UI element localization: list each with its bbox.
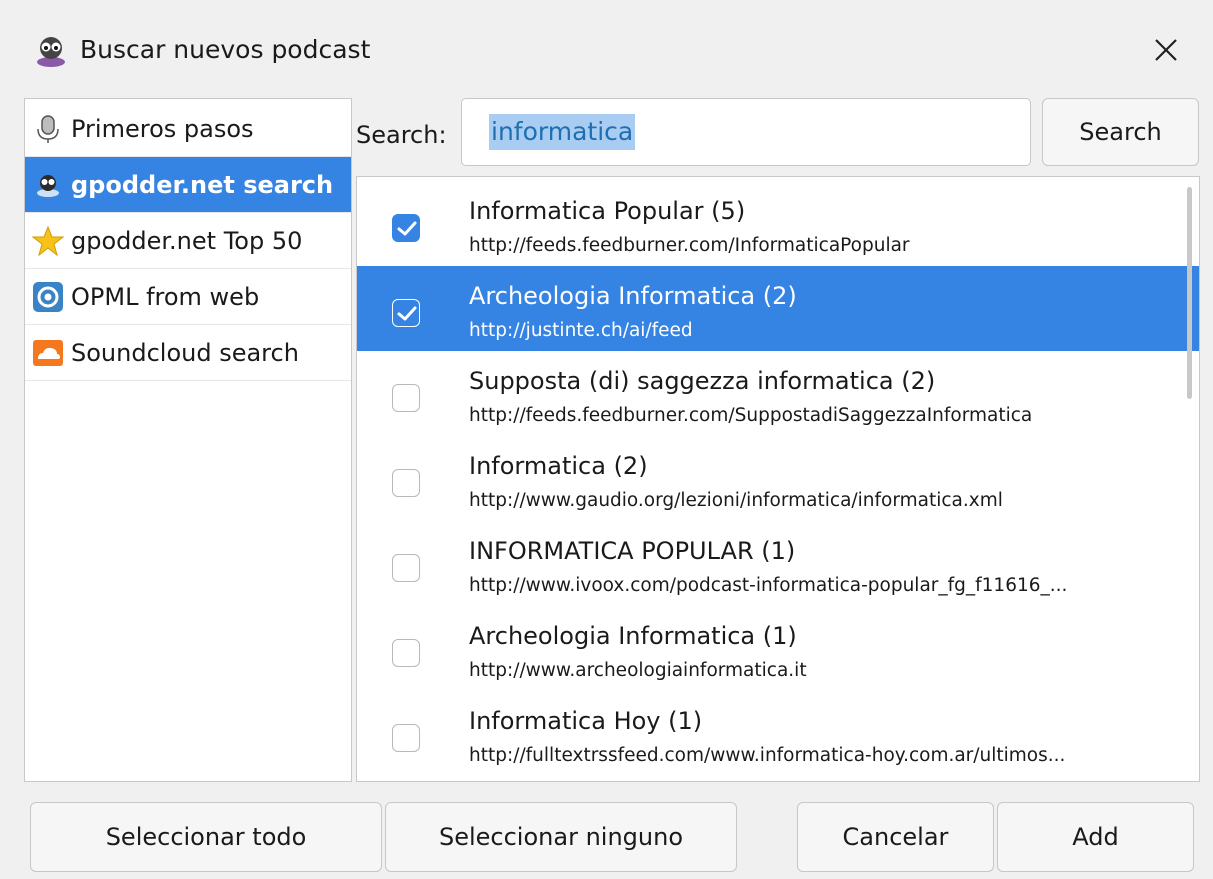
podcast-url: http://www.ivoox.com/podcast-informatica… [469, 575, 1068, 596]
checkbox-checked[interactable] [392, 214, 420, 242]
search-label: Search: [356, 121, 447, 149]
podcast-url: http://justinte.ch/ai/feed [469, 320, 693, 341]
podcast-title: Supposta (di) saggezza informatica (2) [469, 367, 936, 395]
podcast-url: http://feeds.feedburner.com/InformaticaP… [469, 235, 910, 256]
search-input[interactable]: informatica [461, 98, 1031, 166]
sidebar-item-opml-web[interactable]: OPML from web [25, 269, 351, 325]
podcast-title: Archeologia Informatica (2) [469, 282, 797, 310]
microphone-icon [31, 112, 65, 146]
title-bar: Buscar nuevos podcast [0, 0, 1213, 96]
podcast-url: http://fulltextrssfeed.com/www.informati… [469, 745, 1066, 766]
checkbox-checked[interactable] [392, 299, 420, 327]
sidebar-item-label: gpodder.net search [71, 170, 334, 199]
checkbox[interactable] [392, 469, 420, 497]
checkbox[interactable] [392, 384, 420, 412]
sidebar-item-gpodder-search[interactable]: gpodder.net search [25, 157, 351, 213]
sidebar-item-label: gpodder.net Top 50 [71, 226, 303, 255]
sidebar-item-gpodder-top50[interactable]: gpodder.net Top 50 [25, 213, 351, 269]
select-all-button[interactable]: Seleccionar todo [30, 802, 382, 872]
podcast-title: Archeologia Informatica (1) [469, 622, 797, 650]
podcast-url: http://www.gaudio.org/lezioni/informatic… [469, 490, 1003, 511]
sidebar-item-label: Soundcloud search [71, 338, 299, 367]
list-item[interactable]: Informatica Hoy (1) http://fulltextrssfe… [357, 691, 1199, 776]
list-item-selected[interactable]: Archeologia Informatica (2) http://justi… [357, 266, 1199, 351]
provider-sidebar: Primeros pasos gpodder.net search gpodde… [24, 98, 352, 782]
podcast-title: Informatica Popular (5) [469, 197, 746, 225]
list-item[interactable]: Informatica Popular (5) http://feeds.fee… [357, 181, 1199, 266]
gpodder-icon [31, 168, 65, 202]
podcast-title: Informatica Hoy (1) [469, 707, 703, 735]
checkbox[interactable] [392, 724, 420, 752]
close-icon[interactable] [1148, 32, 1184, 68]
soundcloud-icon [31, 336, 65, 370]
cancel-button[interactable]: Cancelar [797, 802, 994, 872]
star-icon [31, 224, 65, 258]
podcast-title: INFORMATICA POPULAR (1) [469, 537, 796, 565]
add-button[interactable]: Add [997, 802, 1194, 872]
gpodder-icon [34, 34, 68, 68]
sidebar-item-soundcloud-search[interactable]: Soundcloud search [25, 325, 351, 381]
sidebar-item-label: OPML from web [71, 282, 260, 311]
list-item[interactable]: Informatica (2) http://www.gaudio.org/le… [357, 436, 1199, 521]
results-list: Informatica Popular (5) http://feeds.fee… [356, 176, 1200, 782]
podcast-url: http://www.archeologiainformatica.it [469, 660, 807, 681]
search-input-value[interactable]: informatica [489, 114, 636, 150]
list-item[interactable]: Supposta (di) saggezza informatica (2) h… [357, 351, 1199, 436]
select-none-button[interactable]: Seleccionar ninguno [385, 802, 737, 872]
search-button[interactable]: Search [1042, 98, 1199, 166]
podcast-title: Informatica (2) [469, 452, 648, 480]
checkbox[interactable] [392, 554, 420, 582]
list-item[interactable]: INFORMATICA POPULAR (1) http://www.ivoox… [357, 521, 1199, 606]
checkbox[interactable] [392, 639, 420, 667]
sidebar-item-label: Primeros pasos [71, 114, 254, 143]
results-scrollbar[interactable] [1187, 187, 1192, 399]
podcast-url: http://feeds.feedburner.com/SuppostadiSa… [469, 405, 1033, 426]
window-title: Buscar nuevos podcast [80, 35, 371, 64]
list-item[interactable]: Archeologia Informatica (1) http://www.a… [357, 606, 1199, 691]
opml-icon [31, 280, 65, 314]
sidebar-item-primeros-pasos[interactable]: Primeros pasos [25, 101, 351, 157]
